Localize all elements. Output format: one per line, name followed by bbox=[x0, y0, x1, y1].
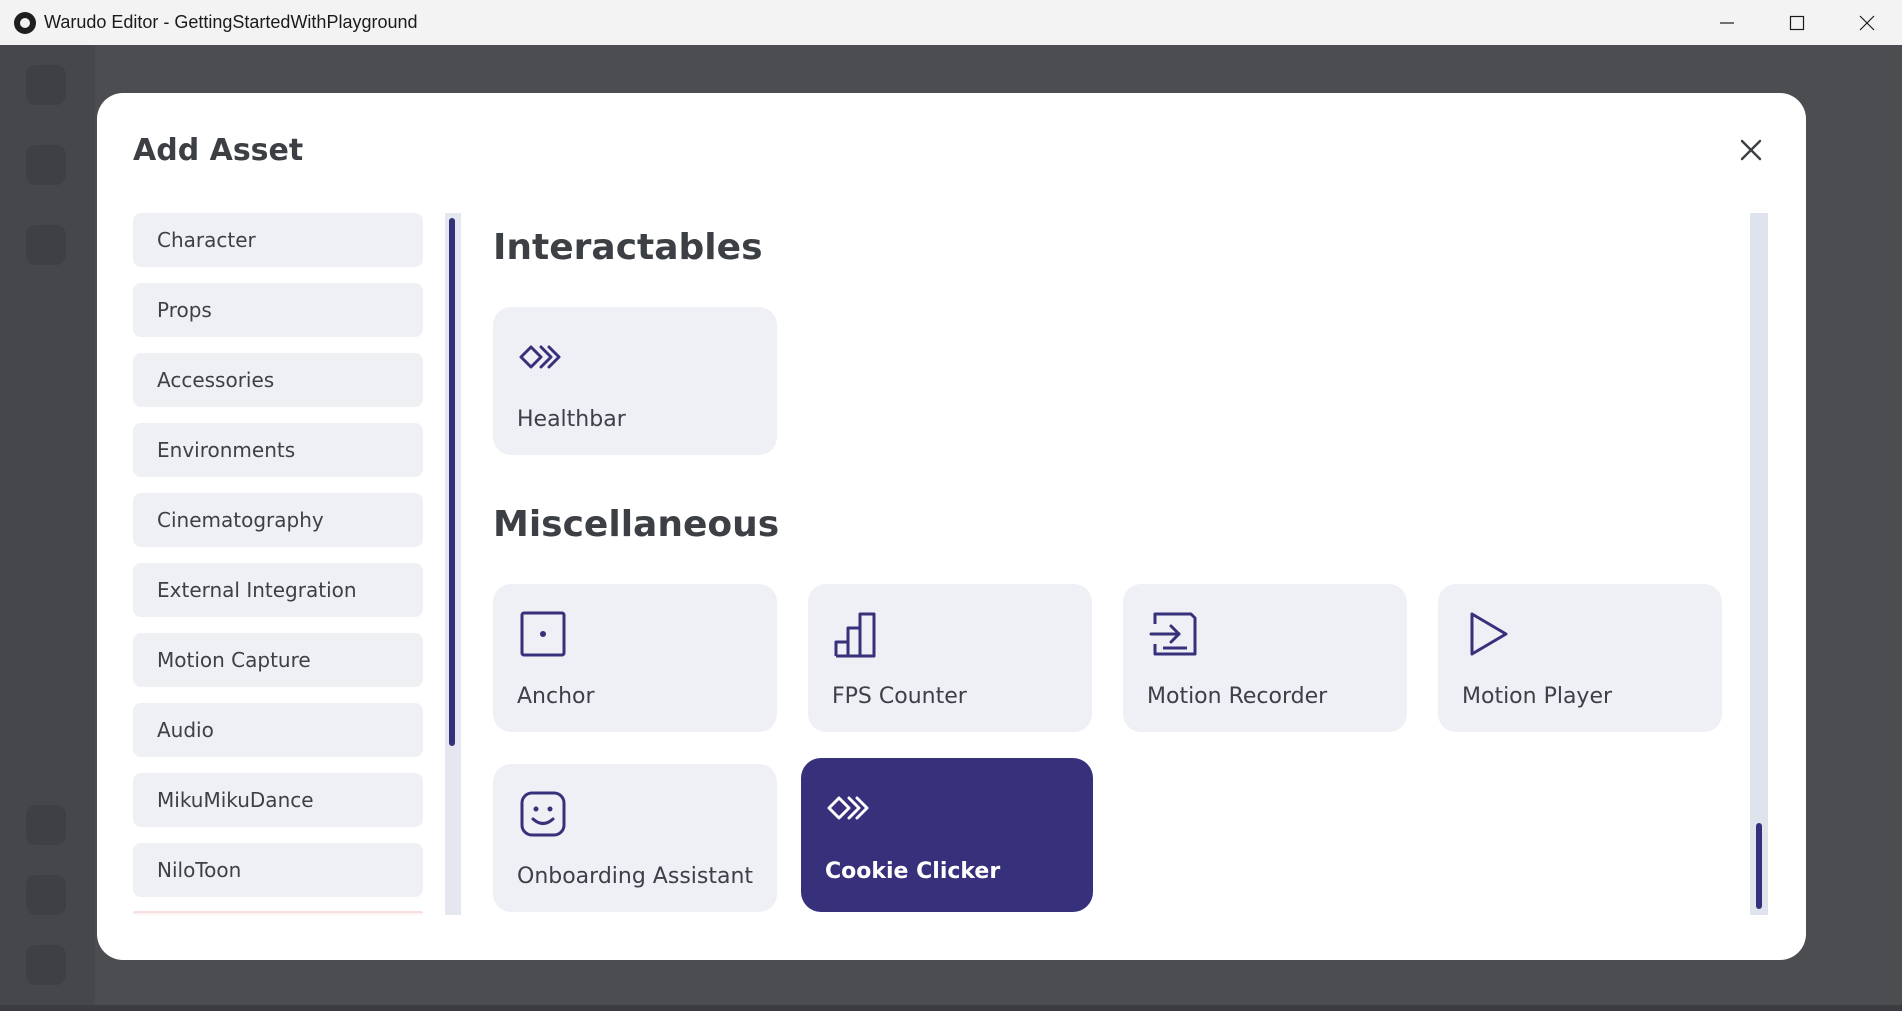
asset-card-onboarding-assistant[interactable]: Onboarding Assistant bbox=[493, 764, 777, 912]
asset-card-label: FPS Counter bbox=[832, 684, 967, 709]
play-icon bbox=[1470, 612, 1508, 656]
category-motion-capture[interactable]: Motion Capture bbox=[133, 633, 423, 687]
chevrons-icon bbox=[827, 796, 869, 820]
sidebar-logo-icon bbox=[26, 65, 66, 105]
asset-card-label: Anchor bbox=[517, 684, 595, 709]
category-scrollbar-thumb[interactable] bbox=[449, 218, 455, 746]
asset-scrollbar-track[interactable] bbox=[1750, 213, 1768, 915]
category-accessories[interactable]: Accessories bbox=[133, 353, 423, 407]
asset-card-anchor[interactable]: Anchor bbox=[493, 584, 777, 732]
sidebar-tool-icon bbox=[26, 875, 66, 915]
asset-card-healthbar[interactable]: Healthbar bbox=[493, 307, 777, 455]
asset-grid-area: Interactables Healthbar Miscellaneous An… bbox=[493, 213, 1833, 915]
asset-card-label: Healthbar bbox=[517, 407, 626, 432]
category-list: Character Props Accessories Environments… bbox=[133, 213, 423, 793]
add-asset-dialog: Add Asset Character Props Accessories En… bbox=[97, 93, 1806, 960]
dialog-close-button[interactable] bbox=[1734, 133, 1768, 167]
sidebar-shield-icon bbox=[26, 225, 66, 265]
category-environments[interactable]: Environments bbox=[133, 423, 423, 477]
asset-card-label: Cookie Clicker bbox=[825, 859, 1001, 884]
sidebar-tool-icon bbox=[26, 945, 66, 985]
bar-chart-icon bbox=[834, 612, 876, 658]
chevrons-icon bbox=[519, 345, 561, 369]
section-title-miscellaneous: Miscellaneous bbox=[493, 504, 780, 545]
window-controls bbox=[1692, 0, 1902, 45]
smiley-face-icon bbox=[520, 791, 566, 837]
sidebar-menu-icon bbox=[26, 145, 66, 185]
asset-scrollbar-thumb[interactable] bbox=[1756, 823, 1762, 909]
category-cinematography[interactable]: Cinematography bbox=[133, 493, 423, 547]
asset-card-label: Motion Recorder bbox=[1147, 684, 1328, 709]
editor-statusbar bbox=[0, 1005, 1902, 1011]
maximize-button[interactable] bbox=[1762, 0, 1832, 45]
sidebar-tool-icon bbox=[26, 805, 66, 845]
category-character[interactable]: Character bbox=[133, 213, 423, 267]
dialog-title: Add Asset bbox=[133, 133, 304, 168]
close-icon bbox=[1859, 15, 1875, 30]
anchor-square-dot-icon bbox=[520, 611, 566, 657]
category-audio[interactable]: Audio bbox=[133, 703, 423, 757]
minimize-button[interactable] bbox=[1692, 0, 1762, 45]
asset-card-label: Onboarding Assistant bbox=[517, 864, 754, 889]
asset-card-fps-counter[interactable]: FPS Counter bbox=[808, 584, 1092, 732]
category-list-item-partial[interactable] bbox=[133, 911, 423, 915]
maximize-icon bbox=[1789, 15, 1805, 30]
warudo-logo-icon bbox=[14, 11, 36, 34]
record-import-icon bbox=[1149, 612, 1197, 656]
close-icon bbox=[1740, 139, 1762, 161]
window-titlebar: Warudo Editor - GettingStartedWithPlaygr… bbox=[0, 0, 1902, 45]
asset-card-motion-recorder[interactable]: Motion Recorder bbox=[1123, 584, 1407, 732]
category-mikumikudance[interactable]: MikuMikuDance bbox=[133, 773, 423, 827]
window-close-button[interactable] bbox=[1832, 0, 1902, 45]
asset-card-motion-player[interactable]: Motion Player bbox=[1438, 584, 1722, 732]
asset-card-label: Motion Player bbox=[1462, 684, 1613, 709]
asset-card-cookie-clicker[interactable]: Cookie Clicker bbox=[801, 758, 1093, 912]
editor-sidebar bbox=[0, 45, 95, 1011]
window-title: Warudo Editor - GettingStartedWithPlaygr… bbox=[44, 12, 418, 32]
category-external-integration[interactable]: External Integration bbox=[133, 563, 423, 617]
category-nilotoon[interactable]: NiloToon bbox=[133, 843, 423, 897]
minimize-icon bbox=[1720, 21, 1734, 24]
section-title-interactables: Interactables bbox=[493, 227, 763, 268]
category-props[interactable]: Props bbox=[133, 283, 423, 337]
